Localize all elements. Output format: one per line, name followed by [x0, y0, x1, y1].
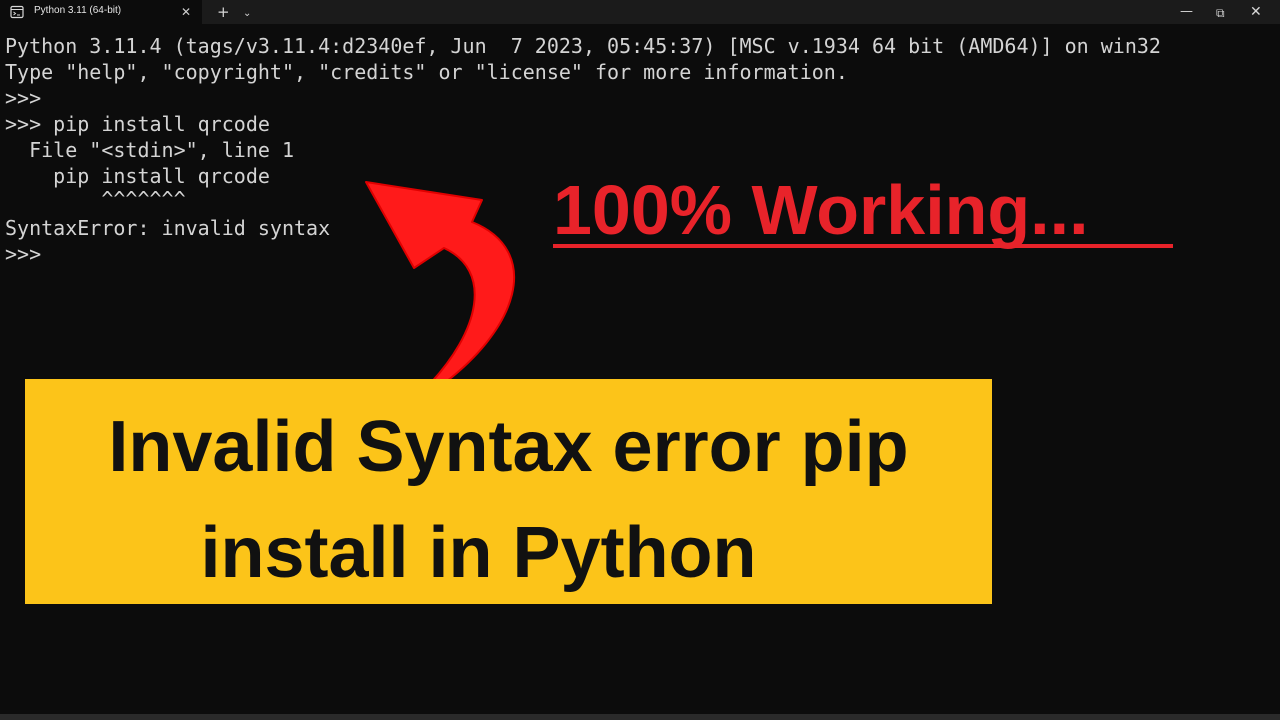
working-headline: 100% Working...	[553, 171, 1089, 249]
tab-close-icon[interactable]: ✕	[181, 4, 191, 20]
red-arrow-icon	[365, 181, 516, 393]
taskbar-strip	[0, 714, 1280, 720]
tab-python[interactable]: Python 3.11 (64-bit) ✕	[0, 0, 202, 24]
title-banner: Invalid Syntax error pip install in Pyth…	[25, 379, 992, 604]
close-window-button[interactable]: ✕	[1250, 3, 1262, 21]
tab-dropdown-button[interactable]: ⌄	[243, 5, 251, 23]
banner-text-line-1: Invalid Syntax error pip	[108, 407, 909, 487]
banner-text-line-2: install in Python	[200, 513, 757, 593]
prompt-line: >>>	[5, 86, 42, 110]
terminal-icon	[10, 5, 24, 19]
help-info-line: Type "help", "copyright", "credits" or "…	[5, 60, 848, 84]
headline-underline	[553, 244, 1173, 248]
command-line: >>> pip install qrcode	[5, 112, 270, 136]
tab-title: Python 3.11 (64-bit)	[34, 5, 122, 16]
python-version-line: Python 3.11.4 (tags/v3.11.4:d2340ef, Jun…	[5, 34, 1161, 58]
new-tab-button[interactable]: +	[217, 3, 230, 21]
minimize-button[interactable]: —	[1180, 3, 1193, 21]
traceback-file-line: File "<stdin>", line 1	[5, 138, 294, 162]
maximize-button[interactable]: ⧉	[1216, 4, 1225, 22]
title-bar: Python 3.11 (64-bit) ✕ + ⌄ — ⧉ ✕	[0, 0, 1280, 24]
